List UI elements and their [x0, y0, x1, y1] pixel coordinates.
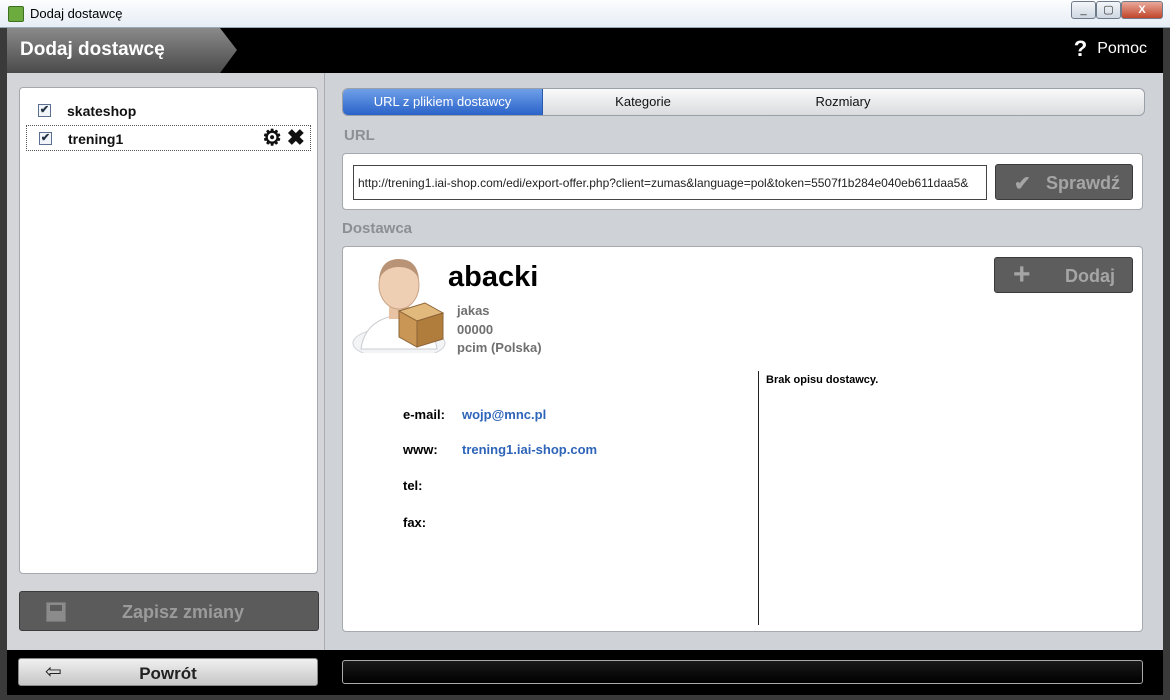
supplier-name: abacki	[448, 261, 539, 293]
delete-icon[interactable]: ✖	[287, 126, 305, 150]
shop-label: skateshop	[67, 103, 137, 119]
email-label: e-mail:	[403, 407, 445, 422]
tel-label: tel:	[403, 478, 423, 493]
back-button[interactable]: ⇦ Powrót	[18, 658, 318, 686]
gear-icon[interactable]: ⚙	[262, 126, 282, 150]
url-card: ✔ Sprawdź	[342, 153, 1143, 210]
tab-sizes[interactable]: Rozmiary	[743, 89, 943, 115]
column-divider	[758, 371, 759, 625]
www-label: www:	[403, 442, 438, 457]
window-titlebar: Dodaj dostawcę _ ▢ X	[0, 0, 1170, 28]
window-title: Dodaj dostawcę	[30, 6, 123, 21]
address-line: pcim (Polska)	[457, 340, 542, 355]
help-button[interactable]: ? Pomoc	[1073, 36, 1147, 61]
email-link[interactable]: wojp@mnc.pl	[462, 407, 546, 422]
supplier-avatar-icon	[352, 259, 446, 353]
header-bar: Dodaj dostawcę ? Pomoc	[7, 28, 1163, 73]
check-label: Sprawdź	[1046, 173, 1121, 193]
check-button[interactable]: ✔ Sprawdź	[995, 164, 1133, 200]
back-label: Powrót	[139, 664, 197, 683]
shop-label: trening1	[68, 131, 124, 147]
page-title: Dodaj dostawcę	[20, 39, 165, 60]
add-supplier-button[interactable]: + Dodaj	[994, 257, 1133, 293]
add-label: Dodaj	[1065, 266, 1116, 286]
url-section-label: URL	[344, 127, 375, 144]
shop-list: ✔ skateshop ✔ trening1 ⚙ ✖	[19, 87, 318, 574]
fax-label: fax:	[403, 515, 427, 530]
tab-categories[interactable]: Kategorie	[543, 89, 743, 115]
shop-item-trening1[interactable]: ✔ trening1 ⚙ ✖	[26, 125, 311, 151]
shop-checkbox[interactable]: ✔	[39, 132, 52, 145]
address-line: jakas	[457, 303, 490, 318]
supplier-description: Brak opisu dostawcy.	[766, 374, 879, 386]
plus-icon: +	[1013, 258, 1031, 291]
save-changes-button[interactable]: Zapisz zmiany	[19, 591, 319, 631]
save-label: Zapisz zmiany	[121, 602, 245, 622]
checkmark-icon: ✔	[1014, 173, 1031, 195]
shop-checkbox[interactable]: ✔	[38, 104, 51, 117]
app-icon	[8, 6, 24, 22]
progress-bar	[342, 660, 1143, 684]
help-label: Pomoc	[1097, 40, 1147, 57]
main-frame: ✔ skateshop ✔ trening1 ⚙ ✖ Zapisz zmiany…	[7, 73, 1163, 650]
tab-supplier-url[interactable]: URL z plikiem dostawcy	[343, 89, 543, 115]
address-line: 00000	[457, 322, 494, 337]
supplier-card: abacki jakas 00000 pcim (Polska) + Dodaj…	[342, 246, 1143, 632]
close-button[interactable]: X	[1121, 1, 1163, 19]
left-pane: ✔ skateshop ✔ trening1 ⚙ ✖ Zapisz zmiany	[7, 73, 325, 650]
shop-item-skateshop[interactable]: ✔ skateshop	[26, 98, 311, 124]
footer-bar: ⇦ Powrót	[7, 650, 1163, 695]
tab-bar: URL z plikiem dostawcy Kategorie Rozmiar…	[342, 88, 1145, 116]
question-mark-icon: ?	[1073, 36, 1088, 61]
www-link[interactable]: trening1.iai-shop.com	[462, 442, 597, 457]
minimize-button[interactable]: _	[1071, 1, 1096, 19]
maximize-button[interactable]: ▢	[1096, 1, 1121, 19]
url-input[interactable]	[353, 165, 987, 200]
supplier-section-label: Dostawca	[342, 220, 413, 237]
